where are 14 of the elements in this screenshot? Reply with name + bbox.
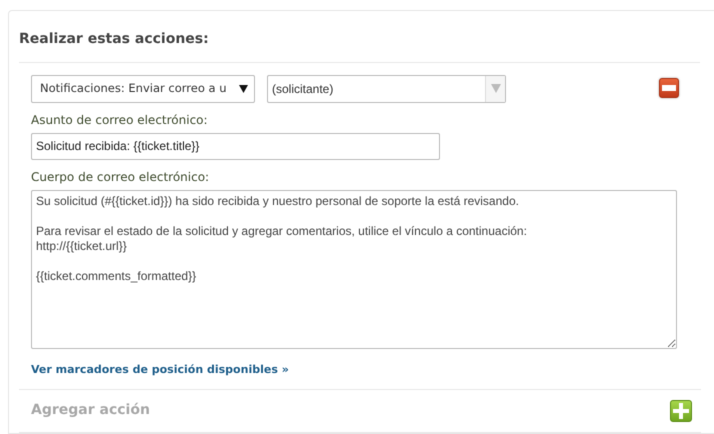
add-button[interactable] (670, 400, 692, 422)
subject-field[interactable]: Solicitud recibida: {{ticket.title}} (31, 132, 440, 160)
add-action-label: Agregar acción (31, 401, 150, 420)
body-field[interactable]: Su solicitud (#{{ticket.id}}) ha sido recibida y nuestro personal de soporte la está revisando. Para revisar el estado de la solicitud y agregar comentarios, utilice el vínculo a continuación: http://{{ticket.url}} {{ticket.comments_formatted}} (31, 190, 677, 349)
section-title: Realizar estas acciones: (19, 31, 700, 63)
caret-icon (490, 84, 500, 94)
caret-icon (239, 84, 248, 93)
field-label: Asunto de correo electrónico: (31, 112, 209, 129)
remove-button[interactable] (659, 78, 679, 98)
placeholders-link[interactable]: Ver marcadores de posición disponibles » (31, 362, 289, 378)
field-label: Cuerpo de correo electrónico: (31, 168, 210, 186)
minus-icon (662, 84, 676, 91)
action-type-select[interactable]: Notificaciones: Enviar correo a u (31, 74, 255, 103)
plus-icon (673, 402, 689, 419)
